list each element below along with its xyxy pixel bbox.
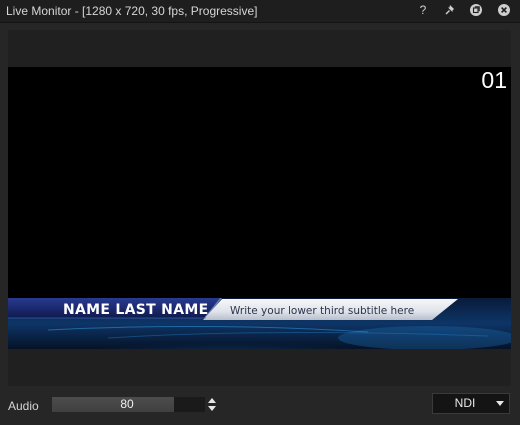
channel-number: 01 <box>481 67 507 93</box>
output-select[interactable]: NDI <box>432 393 510 414</box>
title-bar[interactable]: Live Monitor - [1280 x 720, 30 fps, Prog… <box>0 0 520 23</box>
dropdown-arrow-icon <box>496 401 504 406</box>
close-icon <box>498 4 510 16</box>
close-button[interactable] <box>497 3 511 17</box>
audio-label: Audio <box>8 399 39 413</box>
bottom-toolbar: Audio 80 NDI <box>0 386 520 425</box>
lower-third-name: NAME LAST NAME <box>63 302 209 318</box>
window-title: Live Monitor - [1280 x 720, 30 fps, Prog… <box>6 4 258 18</box>
lower-third-subtitle: Write your lower third subtitle here <box>230 305 415 317</box>
question-icon: ? <box>419 3 427 17</box>
live-monitor-window: Live Monitor - [1280 x 720, 30 fps, Prog… <box>0 0 520 425</box>
audio-volume-slider[interactable]: 80 <box>52 397 205 412</box>
restore-button[interactable] <box>469 3 483 17</box>
video-preview: 01 NAME LAST NAME Write your lower third… <box>8 67 511 349</box>
pin-button[interactable] <box>443 3 457 17</box>
restore-window-icon <box>470 4 482 16</box>
up-down-arrows-icon <box>208 398 216 411</box>
pin-icon <box>445 5 454 15</box>
audio-volume-value: 80 <box>120 397 134 411</box>
output-select-value: NDI <box>454 396 476 410</box>
help-button[interactable]: ? <box>416 3 430 17</box>
audio-volume-stepper[interactable] <box>207 397 217 412</box>
lower-third-graphic: NAME LAST NAME Write your lower third su… <box>8 298 511 349</box>
